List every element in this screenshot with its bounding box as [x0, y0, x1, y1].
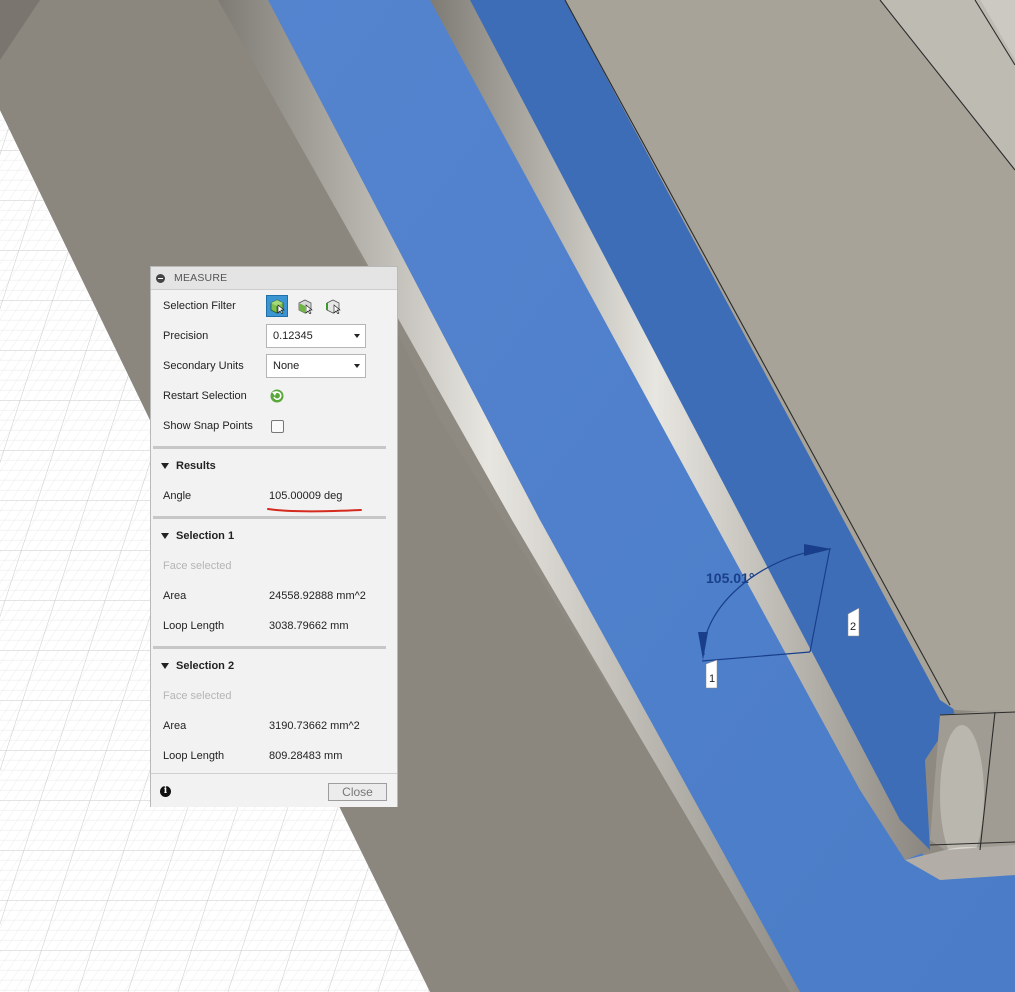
- collapse-triangle-icon: [161, 663, 169, 669]
- select-body-icon[interactable]: [266, 295, 288, 317]
- angle-annotation-text: 105.01°: [706, 570, 754, 586]
- selection1-section-toggle[interactable]: Selection 1: [161, 526, 234, 546]
- measure-dialog: MEASURE Selection Filter Precision 0.123…: [150, 266, 398, 807]
- selection1-status: Face selected: [163, 560, 232, 572]
- selection1-heading: Selection 1: [176, 530, 235, 542]
- collapse-triangle-icon: [161, 533, 169, 539]
- select-edge-icon[interactable]: [322, 295, 344, 317]
- select-face-icon[interactable]: [294, 295, 316, 317]
- show-snap-points-checkbox[interactable]: [271, 420, 284, 433]
- selection2-loop-row: Loop Length 809.28483 mm: [163, 742, 385, 770]
- selection2-loop-label: Loop Length: [163, 750, 225, 762]
- restart-selection-label: Restart Selection: [163, 390, 247, 402]
- precision-label: Precision: [163, 330, 209, 342]
- selection2-status-row: Face selected: [163, 682, 385, 710]
- selection-filter-icons: [266, 295, 344, 317]
- selection-filter-label: Selection Filter: [163, 300, 236, 312]
- chevron-down-icon: [354, 334, 360, 338]
- dialog-title: MEASURE: [174, 272, 228, 284]
- angle-label: Angle: [163, 490, 192, 502]
- divider: [153, 646, 386, 649]
- selection2-loop-value: 809.28483 mm: [269, 750, 343, 762]
- selection1-loop-value: 3038.79662 mm: [269, 620, 349, 632]
- selection1-loop-label: Loop Length: [163, 620, 225, 632]
- info-icon[interactable]: i: [160, 786, 171, 797]
- selection1-area-row: Area 24558.92888 mm^2: [163, 582, 385, 610]
- restart-selection-button[interactable]: [269, 388, 285, 407]
- selection-marker-1: 1: [705, 659, 718, 689]
- secondary-units-value: None: [273, 360, 300, 372]
- secondary-units-label: Secondary Units: [163, 360, 244, 372]
- chevron-down-icon: [354, 364, 360, 368]
- collapse-icon[interactable]: [156, 273, 165, 283]
- collapse-triangle-icon: [161, 463, 169, 469]
- svg-text:1: 1: [709, 673, 715, 685]
- precision-value: 0.12345: [273, 330, 313, 342]
- red-underline-annotation: [267, 508, 362, 513]
- selection1-area-value: 24558.92888 mm^2: [269, 590, 366, 602]
- results-heading: Results: [176, 460, 216, 472]
- divider: [153, 446, 386, 449]
- selection1-status-row: Face selected: [163, 552, 385, 580]
- svg-text:2: 2: [850, 621, 856, 633]
- dialog-footer: i Close: [151, 773, 397, 807]
- selection1-loop-row: Loop Length 3038.79662 mm: [163, 612, 385, 640]
- dialog-header: MEASURE: [151, 267, 397, 290]
- show-snap-points-label: Show Snap Points: [163, 420, 253, 432]
- divider: [153, 516, 386, 519]
- selection2-section-toggle[interactable]: Selection 2: [161, 656, 234, 676]
- results-section-toggle[interactable]: Results: [161, 456, 216, 476]
- angle-row: Angle 105.00009 deg: [163, 482, 385, 510]
- selection2-area-value: 3190.73662 mm^2: [269, 720, 360, 732]
- selection1-area-label: Area: [163, 590, 187, 602]
- selection2-status: Face selected: [163, 690, 232, 702]
- secondary-units-dropdown[interactable]: None: [266, 354, 366, 378]
- precision-dropdown[interactable]: 0.12345: [266, 324, 366, 348]
- selection2-heading: Selection 2: [176, 660, 235, 672]
- restart-arrow-icon: [270, 389, 284, 403]
- selection2-area-label: Area: [163, 720, 187, 732]
- close-button[interactable]: Close: [328, 783, 387, 801]
- angle-value: 105.00009 deg: [269, 490, 343, 502]
- selection2-area-row: Area 3190.73662 mm^2: [163, 712, 385, 740]
